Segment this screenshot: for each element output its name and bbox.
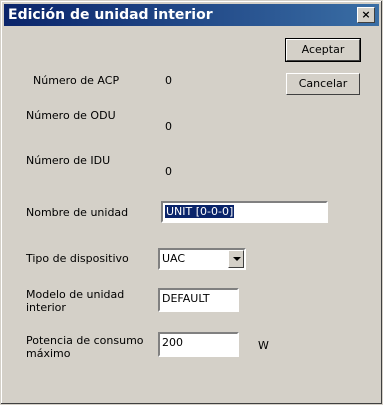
idu-number-label: Número de IDU: [26, 154, 111, 167]
max-power-input[interactable]: 200: [158, 332, 239, 357]
device-type-select[interactable]: UAC: [158, 248, 246, 270]
window-title: Edición de unidad interior: [8, 7, 213, 23]
max-power-unit: W: [258, 339, 269, 352]
indoor-model-value: DEFAULT: [162, 292, 210, 305]
acp-number-label: Número de ACP: [33, 74, 120, 87]
device-type-value: UAC: [162, 252, 186, 265]
max-power-label: Potencia de consumo máximo: [26, 334, 144, 360]
idu-number-value: 0: [165, 165, 172, 178]
close-icon: ×: [361, 8, 371, 21]
indoor-unit-edit-dialog: Edición de unidad interior × Aceptar Can…: [0, 0, 383, 405]
unit-name-label: Nombre de unidad: [26, 206, 129, 219]
accept-button[interactable]: Aceptar: [285, 38, 361, 62]
max-power-value: 200: [162, 336, 183, 349]
odu-number-label: Número de ODU: [26, 109, 116, 122]
unit-name-value: UNIT [0-0-0]: [165, 205, 235, 218]
indoor-model-input[interactable]: DEFAULT: [158, 288, 239, 312]
odu-number-value: 0: [165, 120, 172, 133]
device-type-label: Tipo de dispositivo: [26, 252, 129, 265]
cancel-button[interactable]: Cancelar: [286, 73, 360, 95]
chevron-down-icon[interactable]: [228, 250, 244, 268]
title-bar: Edición de unidad interior ×: [4, 4, 379, 26]
close-button[interactable]: ×: [357, 7, 375, 23]
indoor-model-label: Modelo de unidad interior: [26, 288, 125, 314]
acp-number-value: 0: [165, 74, 172, 87]
unit-name-input[interactable]: UNIT [0-0-0]: [161, 201, 328, 223]
